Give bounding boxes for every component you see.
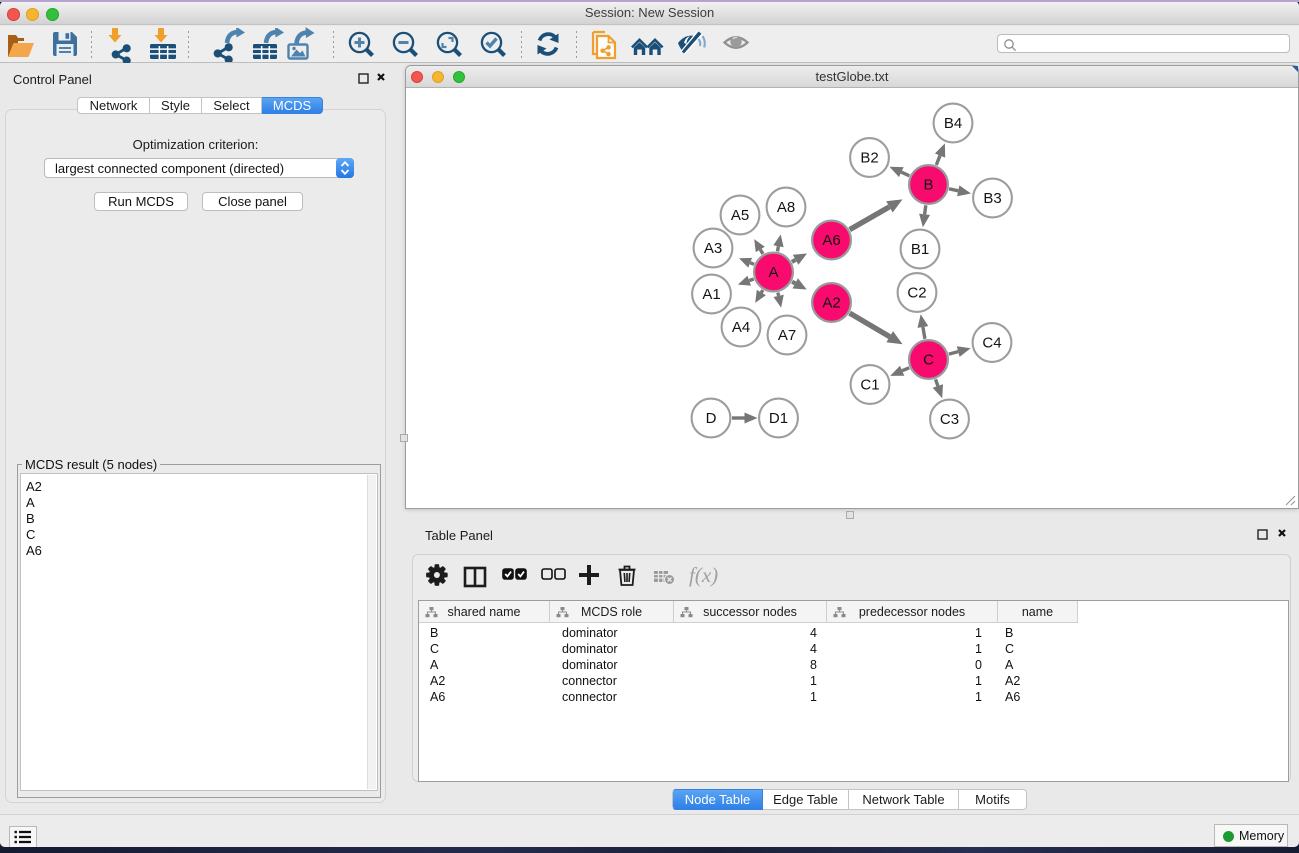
svg-text:A: A xyxy=(768,264,778,281)
svg-text:A4: A4 xyxy=(732,319,750,336)
svg-text:C: C xyxy=(923,352,934,369)
svg-text:A8: A8 xyxy=(777,199,795,216)
svg-text:A3: A3 xyxy=(704,240,722,257)
svg-text:C4: C4 xyxy=(982,335,1001,352)
svg-text:C2: C2 xyxy=(907,285,926,302)
svg-text:A2: A2 xyxy=(822,295,840,312)
svg-text:A5: A5 xyxy=(731,207,749,224)
svg-text:A7: A7 xyxy=(778,327,796,344)
svg-text:B: B xyxy=(923,177,933,194)
svg-text:B4: B4 xyxy=(944,115,962,132)
svg-text:D1: D1 xyxy=(769,410,788,427)
svg-text:B2: B2 xyxy=(860,150,878,167)
svg-text:D: D xyxy=(706,410,717,427)
svg-text:B1: B1 xyxy=(911,241,929,258)
svg-text:C1: C1 xyxy=(860,377,879,394)
svg-text:A6: A6 xyxy=(822,232,840,249)
svg-text:B3: B3 xyxy=(983,190,1001,207)
svg-text:A1: A1 xyxy=(702,286,720,303)
svg-text:C3: C3 xyxy=(940,411,959,428)
